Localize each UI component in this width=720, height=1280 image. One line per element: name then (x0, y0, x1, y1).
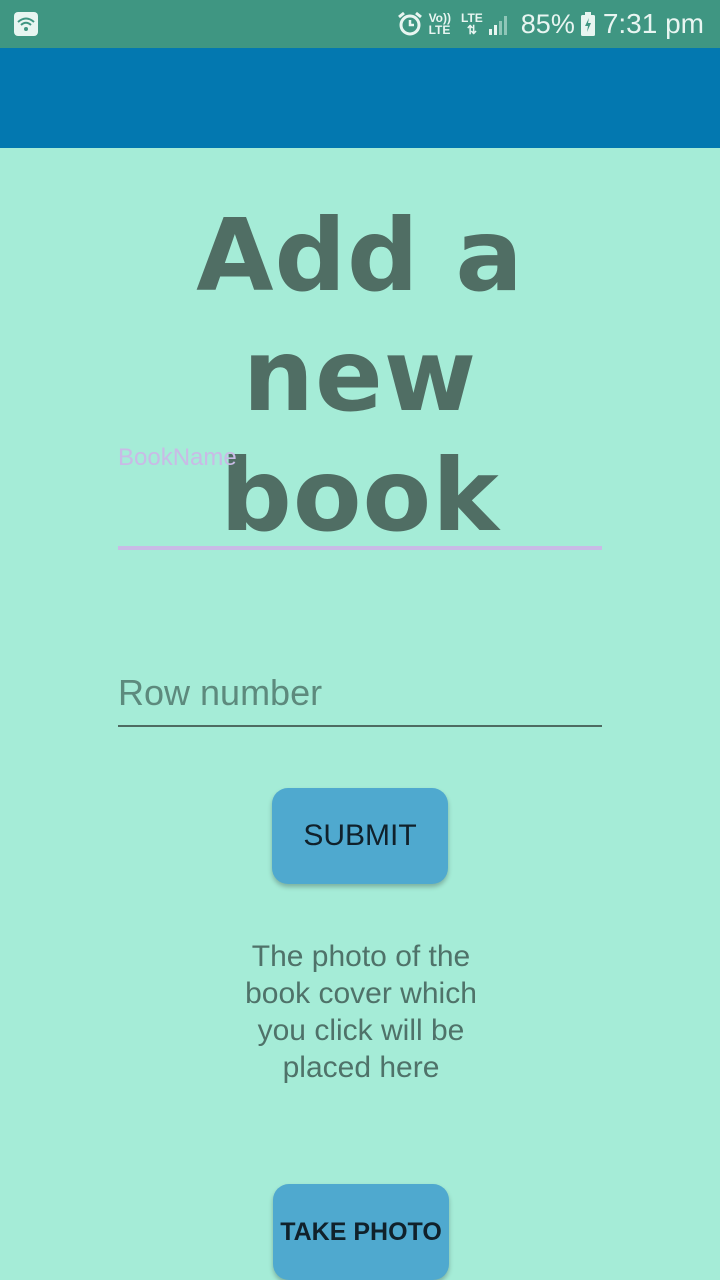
photo-placeholder-text: The photo of the book cover which you cl… (245, 940, 477, 1084)
take-photo-button[interactable]: TAKE PHOTO (273, 1184, 449, 1280)
volte-indicator: Vo)) LTE (429, 12, 451, 36)
app-screen: Vo)) LTE LTE ⇅ 85% 7:31 pm Add a new boo… (0, 0, 720, 1280)
status-indicators: Vo)) LTE LTE ⇅ 85% 7:31 pm (397, 0, 704, 48)
submit-button[interactable]: SUBMIT (272, 788, 448, 884)
volte-bottom-text: LTE (428, 23, 451, 37)
row-number-input[interactable] (118, 664, 602, 722)
data-arrows-icon: ⇅ (466, 23, 477, 37)
signal-icon (488, 16, 507, 35)
wifi-icon (14, 12, 38, 36)
app-toolbar (0, 48, 720, 148)
status-bar: Vo)) LTE LTE ⇅ 85% 7:31 pm (0, 0, 720, 48)
bookname-label: BookName (118, 444, 237, 471)
bookname-underline (118, 546, 602, 550)
clock: 7:31 pm (602, 8, 704, 39)
battery-percent: 85% (520, 8, 575, 39)
lte-indicator: LTE ⇅ (461, 12, 483, 36)
battery-charging-icon (580, 12, 595, 36)
alarm-icon (397, 11, 422, 36)
bookname-input[interactable] (118, 478, 606, 546)
row-number-underline (118, 725, 602, 727)
